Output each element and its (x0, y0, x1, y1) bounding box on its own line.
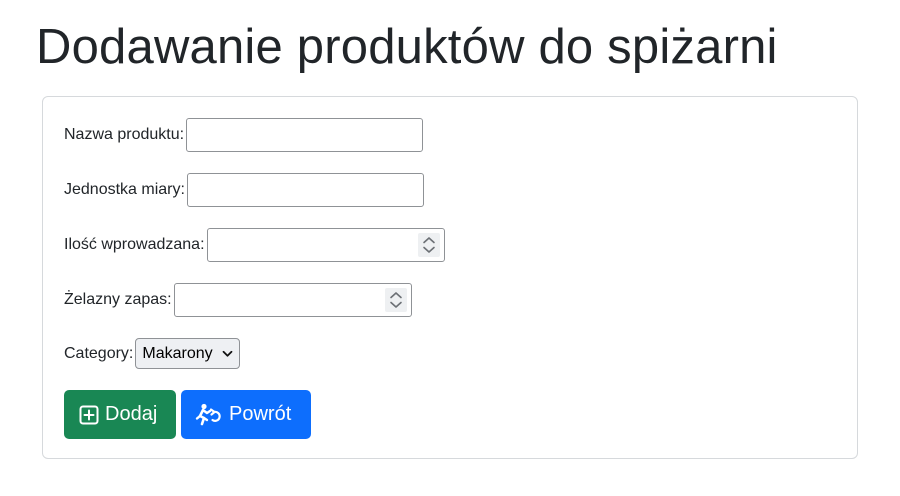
page: Dodawanie produktów do spiżarni Nazwa pr… (0, 0, 900, 496)
back-button[interactable]: Powrót (181, 390, 311, 439)
unit-row: Jednostka miary: (64, 173, 424, 207)
running-person-return-icon (195, 403, 223, 427)
reserve-label: Żelazny zapas: (64, 291, 172, 308)
page-title: Dodawanie produktów do spiżarni (36, 20, 778, 74)
chevron-down-icon (222, 345, 233, 363)
category-row: Category: Makarony (64, 338, 240, 369)
spinner-icon[interactable] (417, 233, 440, 257)
add-button-label: Dodaj (105, 403, 158, 425)
quantity-label: Ilość wprowadzana: (64, 236, 205, 253)
reserve-row: Żelazny zapas: (64, 283, 412, 317)
add-button[interactable]: Dodaj (64, 390, 176, 439)
quantity-input[interactable] (206, 228, 445, 262)
unit-label: Jednostka miary: (64, 181, 185, 198)
product-name-input[interactable] (186, 118, 424, 152)
product-form-card: Nazwa produktu: Jednostka miary: Ilość w… (42, 96, 858, 459)
category-selected-value: Makarony (142, 344, 213, 362)
spinner-icon[interactable] (384, 288, 407, 312)
plus-square-icon (79, 405, 99, 425)
back-button-label: Powrót (229, 403, 292, 425)
product-name-row: Nazwa produktu: (64, 118, 424, 152)
reserve-input[interactable] (173, 283, 412, 317)
category-label: Category: (64, 344, 134, 362)
quantity-row: Ilość wprowadzana: (64, 228, 445, 262)
product-name-label: Nazwa produktu: (64, 126, 185, 143)
unit-input[interactable] (186, 173, 424, 207)
category-select[interactable]: Makarony (135, 338, 240, 369)
